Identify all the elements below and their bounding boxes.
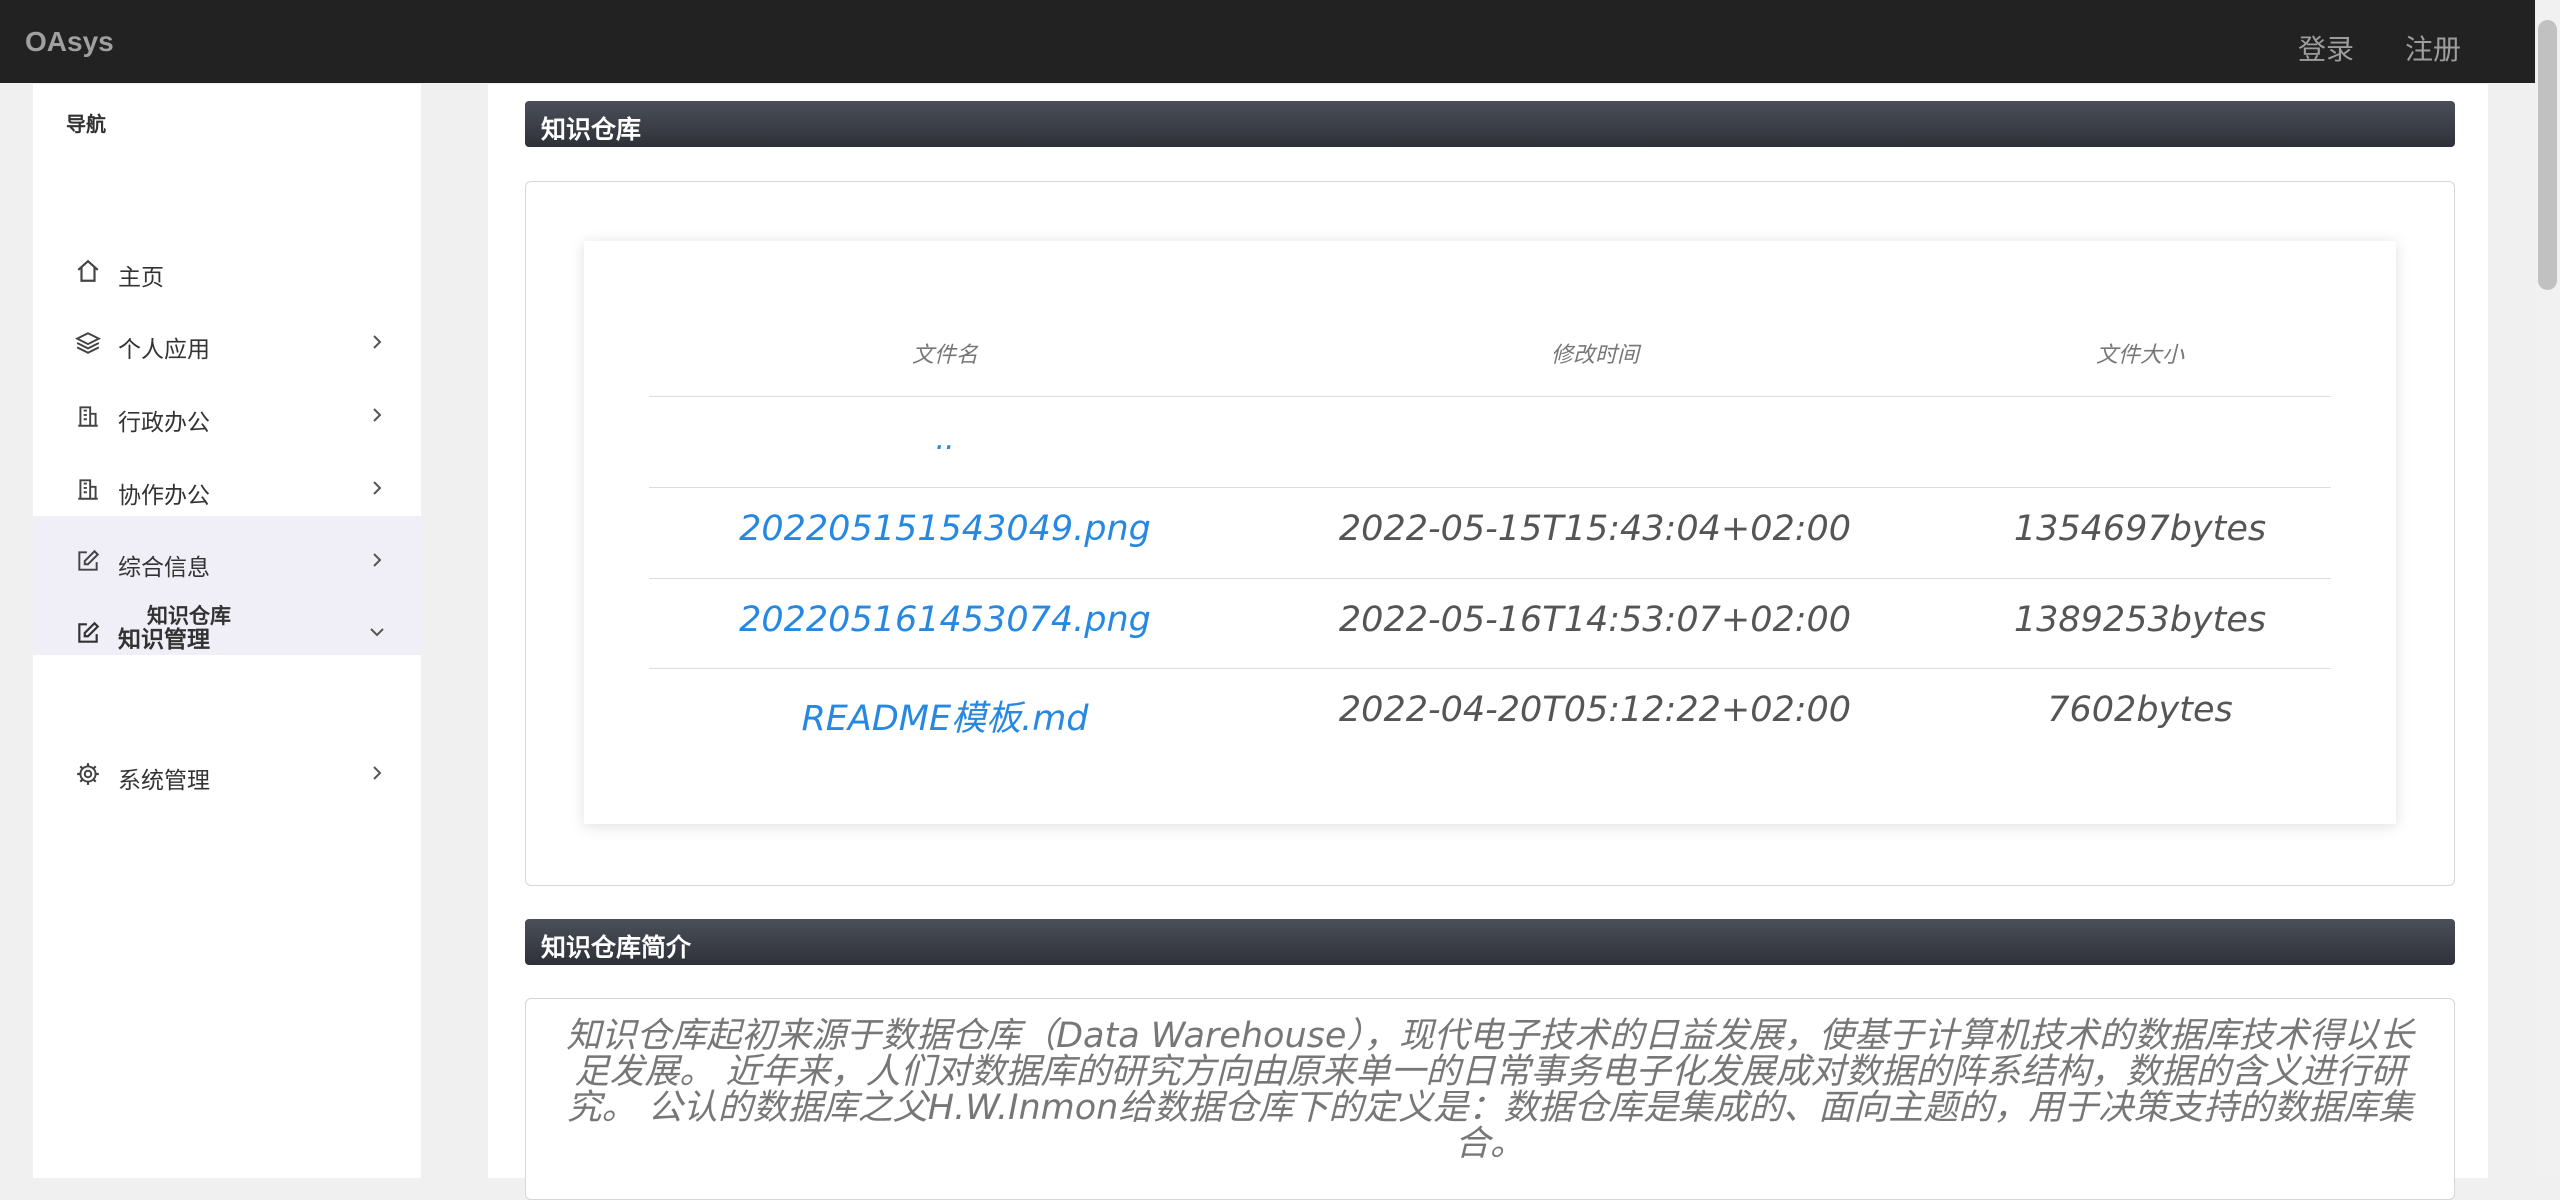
brand-logo[interactable]: OAsys bbox=[25, 26, 114, 58]
file-size: 1389253bytes bbox=[2013, 600, 2267, 640]
sidebar-item-home[interactable]: 主页 bbox=[33, 238, 421, 310]
chevron-right-icon bbox=[373, 408, 382, 422]
column-header-filename: 文件名 bbox=[911, 343, 978, 368]
file-modified: 2022-05-15T15:43:04+02:00 bbox=[1338, 509, 1852, 549]
home-icon bbox=[77, 259, 99, 282]
building-icon bbox=[78, 479, 98, 500]
building-icon bbox=[78, 406, 98, 427]
sidebar-item-system-mgmt[interactable]: 系统管理 bbox=[33, 741, 421, 813]
sidebar-item-label: 个人应用 bbox=[118, 337, 210, 363]
sidebar: 导航 主页 个人应用 行政办公 协作办公 综合信息 知识管理 知识仓库 系统管理 bbox=[33, 84, 421, 1178]
chevron-right-icon bbox=[373, 481, 382, 495]
file-link[interactable]: 202205151543049.png bbox=[645, 509, 1245, 549]
table-divider bbox=[649, 668, 2331, 669]
section-title: 知识仓库 bbox=[541, 115, 642, 144]
file-link[interactable]: README模板.md bbox=[645, 690, 1245, 741]
sidebar-item-label: 综合信息 bbox=[118, 555, 210, 581]
file-size: 7602bytes bbox=[2047, 690, 2233, 730]
layers-icon bbox=[75, 332, 101, 354]
table-divider bbox=[649, 487, 2331, 488]
section-title: 知识仓库简介 bbox=[541, 933, 692, 962]
top-navbar: OAsys 登录 注册 bbox=[0, 0, 2535, 83]
sidebar-title: 导航 bbox=[66, 112, 106, 136]
file-modified: 2022-05-16T14:53:07+02:00 bbox=[1338, 600, 1852, 640]
scrollbar-thumb[interactable] bbox=[2538, 20, 2557, 290]
chevron-right-icon bbox=[373, 553, 382, 567]
sidebar-item-label: 行政办公 bbox=[118, 410, 210, 436]
sidebar-item-label: 系统管理 bbox=[118, 768, 210, 794]
chevron-down-icon bbox=[370, 628, 384, 637]
column-header-modified: 修改时间 bbox=[1550, 343, 1639, 368]
sidebar-item-label: 协作办公 bbox=[118, 483, 210, 509]
intro-text: 知识仓库起初来源于数据仓库（Data Warehouse），现代电子技术的日益发… bbox=[566, 1016, 2414, 1164]
sidebar-subitem-knowledge-repo[interactable]: 知识仓库 bbox=[147, 600, 231, 630]
login-link[interactable]: 登录 bbox=[2298, 28, 2354, 68]
register-link[interactable]: 注册 bbox=[2405, 28, 2461, 68]
file-link[interactable]: 202205161453074.png bbox=[645, 600, 1245, 640]
chevron-right-icon bbox=[373, 335, 382, 349]
section-header-repository: 知识仓库 bbox=[525, 101, 2455, 147]
column-header-size: 文件大小 bbox=[2095, 343, 2184, 368]
file-modified: 2022-04-20T05:12:22+02:00 bbox=[1338, 690, 1852, 730]
sidebar-item-general-info[interactable]: 综合信息 bbox=[33, 528, 421, 600]
parent-directory-link[interactable]: .. bbox=[845, 422, 1045, 457]
chevron-right-icon bbox=[373, 766, 382, 780]
sidebar-item-admin-office[interactable]: 行政办公 bbox=[33, 383, 421, 455]
file-size: 1354697bytes bbox=[2013, 509, 2267, 549]
section-header-intro: 知识仓库简介 bbox=[525, 919, 2455, 965]
sidebar-item-personal-apps[interactable]: 个人应用 bbox=[33, 310, 421, 382]
table-divider bbox=[649, 396, 2331, 397]
sidebar-item-label: 主页 bbox=[118, 265, 164, 291]
table-divider bbox=[649, 578, 2331, 579]
edit-icon bbox=[78, 621, 100, 643]
edit-icon bbox=[78, 549, 100, 571]
sidebar-item-collab-office[interactable]: 协作办公 bbox=[33, 456, 421, 528]
gear-icon bbox=[77, 763, 99, 785]
